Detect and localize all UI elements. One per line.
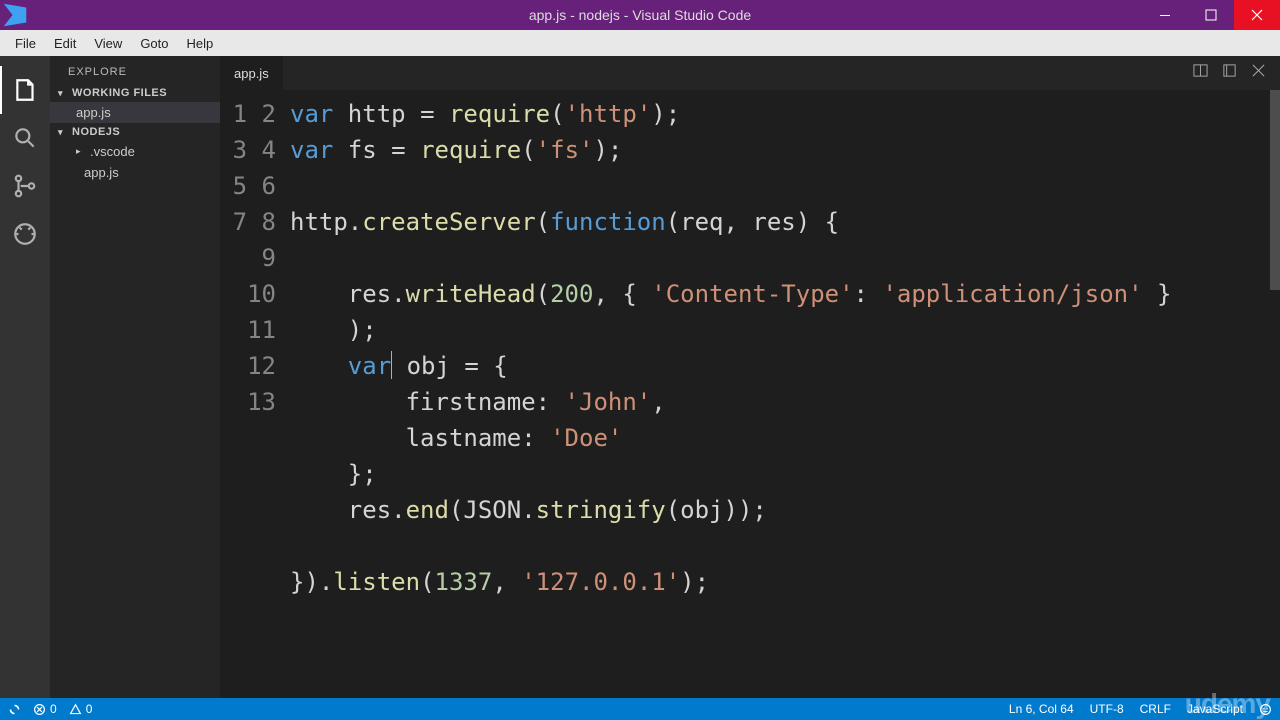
window-controls bbox=[1142, 0, 1280, 30]
code-editor[interactable]: 1 2 3 4 5 6 7 8 9 10 11 12 13 var http =… bbox=[220, 90, 1280, 698]
chevron-right-icon: ▸ bbox=[76, 146, 86, 157]
item-label: app.js bbox=[84, 165, 119, 180]
working-files-header[interactable]: ▾ WORKING FILES bbox=[50, 84, 220, 102]
minimize-button[interactable] bbox=[1142, 0, 1188, 30]
status-errors[interactable]: 0 bbox=[33, 702, 57, 716]
tab-actions bbox=[1193, 63, 1280, 83]
working-files-label: WORKING FILES bbox=[72, 87, 167, 99]
activity-bar bbox=[0, 56, 50, 698]
status-language[interactable]: JavaScript bbox=[1187, 702, 1243, 716]
menu-file[interactable]: File bbox=[6, 34, 45, 53]
close-button[interactable] bbox=[1234, 0, 1280, 30]
more-tab-icon[interactable] bbox=[1222, 63, 1237, 83]
tab-appjs[interactable]: app.js bbox=[220, 56, 283, 90]
chevron-down-icon: ▾ bbox=[58, 127, 68, 138]
debug-icon[interactable] bbox=[0, 210, 50, 258]
app-icon bbox=[0, 0, 30, 30]
close-tab-icon[interactable] bbox=[1251, 63, 1266, 83]
status-cursor-position[interactable]: Ln 6, Col 64 bbox=[1009, 702, 1074, 716]
chevron-down-icon: ▾ bbox=[58, 88, 68, 99]
item-label: .vscode bbox=[90, 144, 135, 159]
editor-scrollbar[interactable] bbox=[1270, 90, 1280, 698]
title-bar: app.js - nodejs - Visual Studio Code bbox=[0, 0, 1280, 30]
git-icon[interactable] bbox=[0, 162, 50, 210]
explorer-tree: ▾ WORKING FILES app.js ▾ NODEJS ▸ .vscod… bbox=[50, 84, 220, 183]
line-gutter: 1 2 3 4 5 6 7 8 9 10 11 12 13 bbox=[220, 90, 290, 698]
scrollbar-thumb[interactable] bbox=[1270, 90, 1280, 290]
menu-help[interactable]: Help bbox=[178, 34, 223, 53]
folder-label: NODEJS bbox=[72, 126, 120, 138]
explorer-icon[interactable] bbox=[0, 66, 50, 114]
sidebar: EXPLORE ▾ WORKING FILES app.js ▾ NODEJS … bbox=[50, 56, 220, 698]
status-bar: 0 0 Ln 6, Col 64 UTF-8 CRLF JavaScript bbox=[0, 698, 1280, 720]
status-encoding[interactable]: UTF-8 bbox=[1090, 702, 1124, 716]
menu-view[interactable]: View bbox=[85, 34, 131, 53]
folder-item-vscode[interactable]: ▸ .vscode bbox=[50, 141, 220, 162]
folder-header[interactable]: ▾ NODEJS bbox=[50, 123, 220, 141]
text-cursor bbox=[391, 351, 392, 379]
file-label: app.js bbox=[76, 105, 111, 120]
sidebar-title: EXPLORE bbox=[50, 56, 220, 84]
main-area: EXPLORE ▾ WORKING FILES app.js ▾ NODEJS … bbox=[0, 56, 1280, 698]
status-eol[interactable]: CRLF bbox=[1140, 702, 1171, 716]
status-sync[interactable] bbox=[8, 703, 21, 716]
status-warnings[interactable]: 0 bbox=[69, 702, 93, 716]
menu-bar: File Edit View Goto Help bbox=[0, 30, 1280, 56]
split-editor-icon[interactable] bbox=[1193, 63, 1208, 83]
folder-item-appjs[interactable]: app.js bbox=[50, 162, 220, 183]
editor-area: app.js 1 2 3 4 5 6 7 8 9 10 11 12 13 var… bbox=[220, 56, 1280, 698]
menu-goto[interactable]: Goto bbox=[131, 34, 177, 53]
window-title: app.js - nodejs - Visual Studio Code bbox=[529, 7, 751, 23]
menu-edit[interactable]: Edit bbox=[45, 34, 85, 53]
tab-label: app.js bbox=[234, 66, 269, 81]
working-file-item[interactable]: app.js bbox=[50, 102, 220, 123]
tab-bar: app.js bbox=[220, 56, 1280, 90]
status-feedback-icon[interactable] bbox=[1259, 703, 1272, 716]
search-icon[interactable] bbox=[0, 114, 50, 162]
maximize-button[interactable] bbox=[1188, 0, 1234, 30]
code-content[interactable]: var http = require('http'); var fs = req… bbox=[290, 90, 1280, 698]
